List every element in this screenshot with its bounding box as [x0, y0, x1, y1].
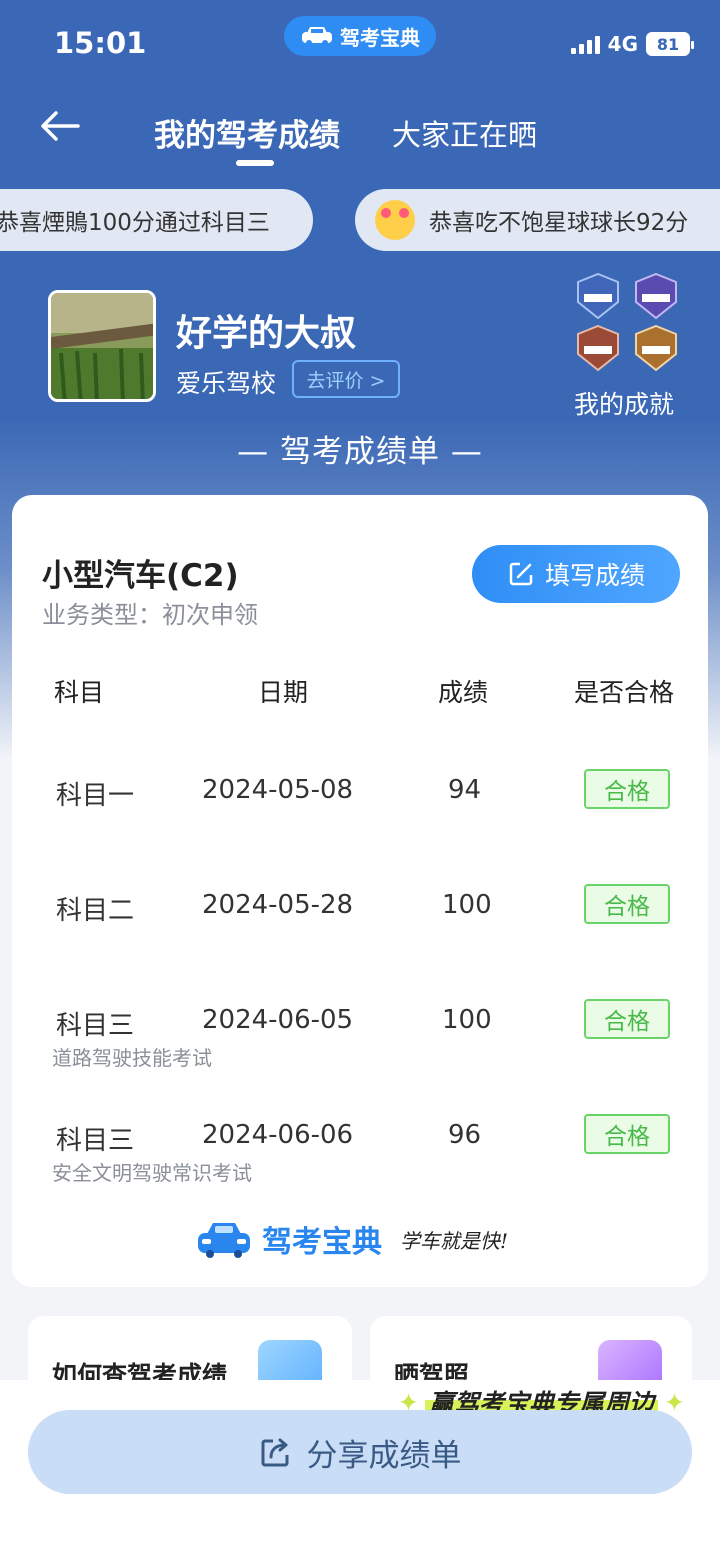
smiling-emoji-icon	[375, 200, 415, 240]
vehicle-type: 小型汽车(C2)	[42, 558, 239, 594]
header-date: 日期	[258, 678, 309, 707]
battery-level: 81	[656, 34, 680, 54]
car-icon	[302, 27, 332, 46]
app-name: 驾考宝典	[340, 25, 420, 50]
car-logo-icon	[198, 1223, 250, 1258]
avatar-image	[51, 293, 153, 399]
ticker-text: 恭喜煙鵙100分通过科目三	[0, 210, 270, 236]
row-score: 100	[442, 1005, 492, 1035]
badge-icon	[635, 324, 677, 372]
avatar[interactable]	[48, 290, 156, 402]
business-type: 业务类型：初次申领	[42, 601, 258, 629]
pass-badge: 合格	[584, 769, 670, 809]
badge-icon	[577, 272, 619, 320]
system-indicators: 4G 81	[570, 32, 694, 56]
row-date: 2024-05-08	[202, 775, 354, 805]
signal-icon	[570, 34, 600, 54]
score-sheet-title: — 驾考成绩单 —	[237, 434, 483, 470]
header-subject: 科目	[54, 678, 105, 707]
pass-badge: 合格	[584, 884, 670, 924]
brand-name: 驾考宝典	[262, 1225, 382, 1260]
row-subject: 科目一	[56, 781, 135, 811]
fill-score-label: 填写成绩	[544, 561, 645, 590]
share-score-sheet-button[interactable]: 分享成绩单	[28, 1410, 692, 1494]
row-score: 94	[448, 775, 482, 805]
row-subject: 科目二	[56, 896, 135, 926]
row-subject: 科目三	[56, 1011, 135, 1041]
review-button[interactable]: 去评价 >	[292, 360, 400, 398]
row-date: 2024-06-06	[202, 1120, 354, 1150]
header-score: 成绩	[438, 678, 489, 707]
active-tab-indicator	[236, 160, 274, 166]
share-label: 分享成绩单	[306, 1437, 462, 1474]
ticker-item: 恭喜煙鵙100分通过科目三	[0, 189, 313, 251]
row-date: 2024-06-05	[202, 1005, 354, 1035]
row-subject-detail: 道路驾驶技能考试	[52, 1046, 212, 1070]
achievements-label[interactable]: 我的成就	[574, 385, 674, 421]
badge-icon	[635, 272, 677, 320]
brand-footer: 驾考宝典 学车就是快!	[196, 1217, 508, 1261]
achievement-badges[interactable]	[574, 272, 684, 372]
score-card: 小型汽车(C2) 业务类型：初次申领 填写成绩 科目 日期 成绩 是否合格 科目…	[12, 495, 708, 1287]
row-date: 2024-05-28	[202, 890, 354, 920]
fill-score-button[interactable]: 填写成绩	[472, 545, 680, 603]
header-pass: 是否合格	[574, 678, 675, 707]
ticker-item: 恭喜吃不饱星球球长92分	[355, 189, 720, 251]
status-time: 15:01	[54, 26, 147, 60]
app-indicator-pill: 驾考宝典	[284, 16, 436, 56]
share-icon	[261, 1438, 288, 1467]
sparkle-icon: ✦	[663, 1387, 685, 1417]
row-score: 96	[448, 1120, 482, 1150]
status-bar: 15:01 驾考宝典 4G 81	[0, 0, 720, 90]
row-subject: 科目三	[56, 1126, 135, 1156]
row-score: 100	[442, 890, 492, 920]
row-subject-detail: 安全文明驾驶常识考试	[52, 1161, 252, 1185]
user-name: 好学的大叔	[176, 313, 357, 354]
pass-badge: 合格	[584, 999, 670, 1039]
tab-my-scores[interactable]: 我的驾考成绩	[154, 110, 340, 155]
pass-badge: 合格	[584, 1114, 670, 1154]
driving-school: 爱乐驾校	[176, 369, 277, 398]
edit-icon	[509, 562, 533, 586]
battery-icon: 81	[646, 32, 694, 56]
tab-everyone-sharing[interactable]: 大家正在晒	[392, 112, 537, 154]
network-type: 4G	[607, 32, 638, 56]
brand-slogan: 学车就是快!	[400, 1228, 509, 1253]
back-arrow-icon[interactable]	[38, 104, 82, 148]
badge-icon	[577, 324, 619, 372]
ticker-text: 恭喜吃不饱星球球长92分	[429, 210, 689, 236]
